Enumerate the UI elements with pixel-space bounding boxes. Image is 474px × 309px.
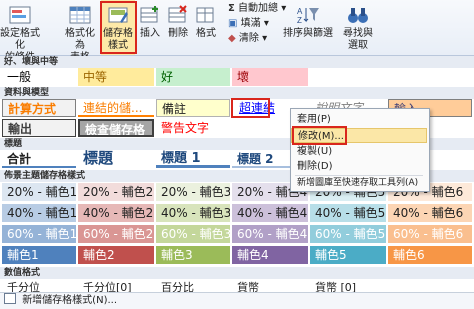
style-heading-1[interactable]: 標題 1 xyxy=(156,150,230,168)
fill-label: 填滿 xyxy=(240,18,261,29)
sigma-icon: Σ xyxy=(228,3,235,14)
style-40-accent4[interactable]: 40% - 輔色4 xyxy=(232,204,308,222)
table-icon xyxy=(69,6,91,24)
sort-filter-icon: A Z xyxy=(297,7,319,25)
new-cell-style-link[interactable]: 新增儲存格樣式(N)... xyxy=(22,295,117,306)
style-40-accent6[interactable]: 40% - 輔色6 xyxy=(388,204,472,222)
style-40-accent2[interactable]: 40% - 輔色2 xyxy=(78,204,154,222)
style-accent3[interactable]: 輔色3 xyxy=(156,246,230,264)
style-good[interactable]: 好 xyxy=(156,68,230,86)
delete-label: 刪除 xyxy=(168,28,188,39)
menu-item-delete[interactable]: 刪除(D) xyxy=(291,159,427,174)
chevron-down-icon: ▾ xyxy=(262,33,268,44)
cell-styles-highlight xyxy=(100,1,137,54)
svg-text:A: A xyxy=(297,7,303,16)
style-check-cell[interactable]: 檢查儲存格 xyxy=(78,119,154,137)
style-bad[interactable]: 壞 xyxy=(232,68,308,86)
style-40-accent5[interactable]: 40% - 輔色5 xyxy=(310,204,386,222)
sort-filter-button[interactable]: A Z 排序與篩選 xyxy=(283,0,333,55)
chevron-down-icon: ▾ xyxy=(263,18,269,29)
ribbon: 設定格式化 的條件 格式化為 表格 儲存格 樣式 插入 xyxy=(0,0,474,63)
style-neutral[interactable]: 中等 xyxy=(78,68,154,86)
section-good-bad: 好、壞與中等 xyxy=(0,56,474,68)
conditional-formatting-icon xyxy=(9,6,31,24)
style-60-accent3[interactable]: 60% - 輔色3 xyxy=(156,225,230,243)
style-40-accent1[interactable]: 40% - 輔色1 xyxy=(2,204,76,222)
style-calculation[interactable]: 計算方式 xyxy=(2,99,76,117)
find-select-button[interactable]: 尋找與 選取 xyxy=(338,0,378,55)
section-number: 數值格式 xyxy=(0,267,474,279)
style-60-accent1[interactable]: 60% - 輔色1 xyxy=(2,225,76,243)
binoculars-icon xyxy=(348,8,368,23)
style-accent4[interactable]: 輔色4 xyxy=(232,246,308,264)
fill-down-icon: ▣ xyxy=(228,18,238,29)
gallery-footer: 新增儲存格樣式(N)... xyxy=(0,292,474,309)
clear-button[interactable]: ◆ 清除 ▾ xyxy=(228,33,267,45)
find-select-label-2: 選取 xyxy=(348,40,368,51)
delete-icon xyxy=(168,5,187,23)
autosum-label: 自動加總 xyxy=(238,3,279,14)
context-menu: 套用(P) 修改(M)... 複製(U) 刪除(D) 新增圖庫至快速存取工具列(… xyxy=(290,108,430,192)
format-label: 格式 xyxy=(196,28,216,39)
conditional-formatting-label: 設定格式化 xyxy=(0,28,40,51)
fill-button[interactable]: ▣ 填滿 ▾ xyxy=(228,18,269,30)
insert-label: 插入 xyxy=(140,28,160,39)
style-60-accent4[interactable]: 60% - 輔色4 xyxy=(232,225,308,243)
autosum-button[interactable]: Σ 自動加總 ▾ xyxy=(228,3,286,15)
conditional-formatting-button[interactable]: 設定格式化 的條件 xyxy=(0,0,40,63)
modify-highlight xyxy=(292,126,347,145)
eraser-icon: ◆ xyxy=(228,33,236,44)
find-select-label: 尋找與 xyxy=(343,28,373,39)
style-total[interactable]: 合計 xyxy=(2,150,76,168)
style-20-accent2[interactable]: 20% - 輔色2 xyxy=(78,183,154,201)
style-60-accent5[interactable]: 60% - 輔色5 xyxy=(310,225,386,243)
new-style-icon xyxy=(4,293,16,304)
format-as-table-button[interactable]: 格式化為 表格 xyxy=(62,0,98,63)
menu-item-apply[interactable]: 套用(P) xyxy=(291,112,427,127)
svg-text:Z: Z xyxy=(297,16,302,25)
insert-button[interactable]: 插入 xyxy=(138,0,162,55)
style-linked-cell[interactable]: 連結的儲... xyxy=(78,99,154,117)
style-note[interactable]: 備註 xyxy=(156,99,230,117)
style-normal[interactable]: 一般 xyxy=(2,68,76,86)
style-40-accent3[interactable]: 40% - 輔色3 xyxy=(156,204,230,222)
style-20-accent3[interactable]: 20% - 輔色3 xyxy=(156,183,230,201)
style-60-accent2[interactable]: 60% - 輔色2 xyxy=(78,225,154,243)
delete-button[interactable]: 刪除 xyxy=(166,0,190,55)
style-20-accent1[interactable]: 20% - 輔色1 xyxy=(2,183,76,201)
menu-item-add-to-quick-access[interactable]: 新增圖庫至快速存取工具列(A) xyxy=(291,176,427,191)
style-title[interactable]: 標題 xyxy=(78,149,154,169)
hyperlink-highlight xyxy=(231,98,270,118)
style-heading-2[interactable]: 標題 2 xyxy=(232,150,292,168)
style-accent1[interactable]: 輔色1 xyxy=(2,246,76,264)
style-60-accent6[interactable]: 60% - 輔色6 xyxy=(388,225,472,243)
insert-icon xyxy=(140,6,158,23)
format-button[interactable]: 格式 xyxy=(194,0,218,55)
sort-filter-label: 排序與篩選 xyxy=(283,28,333,39)
style-accent2[interactable]: 輔色2 xyxy=(78,246,154,264)
style-warning-text[interactable]: 警告文字 xyxy=(156,119,230,137)
style-accent6[interactable]: 輔色6 xyxy=(388,246,472,264)
menu-item-duplicate[interactable]: 複製(U) xyxy=(291,144,427,159)
style-output[interactable]: 輸出 xyxy=(2,119,76,137)
format-as-table-label: 格式化為 xyxy=(65,28,95,51)
format-icon xyxy=(196,7,214,23)
style-accent5[interactable]: 輔色5 xyxy=(310,246,386,264)
clear-label: 清除 xyxy=(238,33,259,44)
